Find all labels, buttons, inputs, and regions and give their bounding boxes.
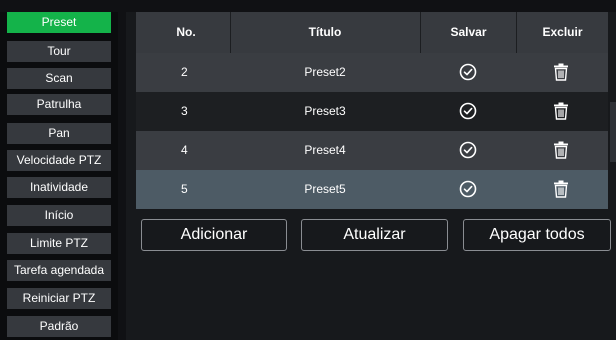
table-header: No. Título Salvar Excluir <box>136 12 608 53</box>
row-title: Preset3 <box>304 104 346 118</box>
table-row-selected[interactable]: 5 Preset5 <box>136 170 608 209</box>
sidebar-item-pan[interactable]: Pan <box>7 123 111 144</box>
trash-icon[interactable] <box>551 140 571 160</box>
row-title: Preset2 <box>304 65 346 79</box>
refresh-button[interactable]: Atualizar <box>301 219 448 251</box>
sidebar-item-inicio[interactable]: Início <box>7 205 111 226</box>
preset-panel: No. Título Salvar Excluir 2 Preset2 3 Pr… <box>126 12 616 340</box>
column-header-no: No. <box>176 25 196 39</box>
ptz-sidebar: Preset Tour Scan Patrulha Pan Velocidade… <box>0 12 118 340</box>
table-row[interactable]: 4 Preset4 <box>136 131 608 170</box>
check-circle-icon[interactable] <box>458 62 478 82</box>
check-circle-icon[interactable] <box>458 179 478 199</box>
trash-icon[interactable] <box>551 179 571 199</box>
sidebar-item-velocidade-ptz[interactable]: Velocidade PTZ <box>7 150 111 171</box>
sidebar-item-tarefa-agendada[interactable]: Tarefa agendada <box>7 260 111 281</box>
table-row[interactable]: 3 Preset3 <box>136 92 608 131</box>
table-row[interactable]: 2 Preset2 <box>136 53 608 92</box>
row-number: 2 <box>181 65 188 79</box>
trash-icon[interactable] <box>551 101 571 121</box>
column-header-title: Título <box>308 25 342 39</box>
scrollbar[interactable] <box>610 102 616 162</box>
row-number: 3 <box>181 104 188 118</box>
sidebar-item-padrao[interactable]: Padrão <box>7 316 111 337</box>
add-button[interactable]: Adicionar <box>141 219 287 251</box>
check-circle-icon[interactable] <box>458 140 478 160</box>
sidebar-item-preset[interactable]: Preset <box>7 12 111 33</box>
sidebar-item-reiniciar-ptz[interactable]: Reiniciar PTZ <box>7 288 111 309</box>
sidebar-item-inatividade[interactable]: Inatividade <box>7 177 111 198</box>
column-header-delete: Excluir <box>542 25 583 39</box>
check-circle-icon[interactable] <box>458 101 478 121</box>
row-number: 4 <box>181 143 188 157</box>
row-number: 5 <box>181 182 188 196</box>
sidebar-item-scan[interactable]: Scan <box>7 68 111 89</box>
row-title: Preset5 <box>304 182 346 196</box>
sidebar-item-tour[interactable]: Tour <box>7 41 111 62</box>
column-header-save: Salvar <box>450 25 487 39</box>
delete-all-button[interactable]: Apagar todos <box>463 219 611 251</box>
sidebar-item-patrulha[interactable]: Patrulha <box>7 94 111 115</box>
sidebar-item-limite-ptz[interactable]: Limite PTZ <box>7 233 111 254</box>
row-title: Preset4 <box>304 143 346 157</box>
trash-icon[interactable] <box>551 62 571 82</box>
